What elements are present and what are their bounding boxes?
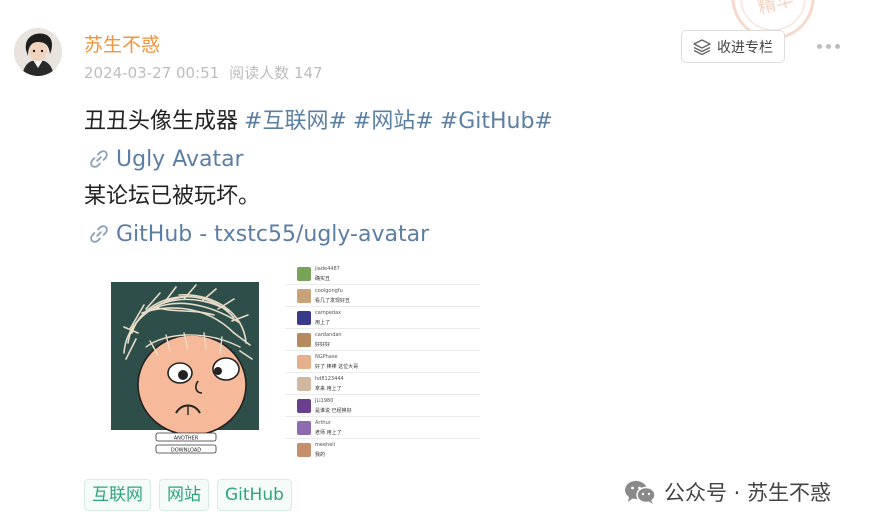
- topic-tags: 互联网 网站 GitHub: [84, 479, 292, 511]
- comment-user: hd8123444: [315, 376, 344, 382]
- comment-avatar: [297, 377, 311, 391]
- forum-comment: cardandan 好好好: [285, 329, 480, 351]
- svg-text:精华: 精华: [756, 0, 796, 19]
- forum-comment: hd8123444 拿来 用上了: [285, 373, 480, 395]
- post-image-avatar-generator[interactable]: ANOTHER DOWNLOAD: [84, 263, 279, 459]
- another-button-label: ANOTHER: [174, 436, 199, 442]
- forum-comment: jiade4487 确实丑: [285, 263, 480, 285]
- forum-comment: campedax 用上了: [285, 307, 480, 329]
- hashtag-website[interactable]: #网站#: [353, 109, 434, 134]
- collect-label: 收进专栏: [717, 39, 773, 56]
- tag-internet[interactable]: 互联网: [84, 479, 151, 511]
- comment-avatar: [297, 421, 311, 435]
- author-avatar[interactable]: [14, 28, 62, 76]
- link-icon: [90, 225, 108, 244]
- tag-github[interactable]: GitHub: [217, 479, 292, 511]
- tag-website[interactable]: 网站: [159, 479, 209, 511]
- comment-text: 确实丑: [315, 276, 331, 282]
- post-date: 2024-03-27 00:51: [84, 64, 220, 82]
- comment-text: 我的: [315, 452, 326, 458]
- content-line-link2: GitHub - txstc55/ugly-avatar: [84, 216, 553, 254]
- comment-user: coolgongfu: [315, 288, 343, 294]
- comment-user: campedax: [315, 310, 342, 316]
- post-card: 精华 苏生不惑 2024-03-27 00:51 阅读人数 147 收进专栏 丑…: [0, 0, 892, 526]
- comment-avatar: [297, 311, 311, 325]
- comment-avatar: [297, 443, 311, 457]
- github-repo-link[interactable]: GitHub - txstc55/ugly-avatar: [84, 216, 429, 254]
- author-avatar-image: [14, 28, 62, 76]
- content-line-link1: Ugly Avatar: [84, 141, 553, 179]
- post-content: 丑丑头像生成器 #互联网# #网站# #GitHub# Ugly Avatar 某论坛…: [84, 103, 553, 253]
- comment-avatar: [297, 355, 311, 369]
- content-line-title: 丑丑头像生成器 #互联网# #网站# #GitHub#: [84, 103, 553, 141]
- comment-user: JLi1980: [315, 398, 334, 404]
- content-line-text: 某论坛已被玩坏。: [84, 184, 261, 209]
- hashtag-internet[interactable]: #互联网#: [244, 109, 347, 134]
- comment-text: 好好好: [315, 342, 331, 348]
- watermark-text: 公众号 · 苏生不惑: [664, 481, 832, 505]
- comment-text: 好了 棒棒 这位大哥: [315, 364, 359, 370]
- post-meta: 2024-03-27 00:51 阅读人数 147: [84, 63, 323, 83]
- wechat-watermark: 公众号 · 苏生不惑: [624, 477, 831, 507]
- more-options-button[interactable]: [812, 36, 844, 56]
- collect-to-column-button[interactable]: 收进专栏: [681, 30, 785, 63]
- comment-avatar: [297, 399, 311, 413]
- wechat-icon: [625, 481, 656, 504]
- comment-avatar: [297, 267, 311, 281]
- comment-user: meeheli: [315, 442, 336, 448]
- comment-avatar: [297, 333, 311, 347]
- comment-user: cardandan: [315, 332, 342, 338]
- comment-text: 看几了发现好丑: [315, 298, 351, 304]
- comment-text: 是谁说 已经换好: [315, 408, 352, 414]
- comment-user: Arthur: [315, 420, 331, 426]
- more-dot-icon: [816, 43, 822, 49]
- stack-icon: [693, 38, 711, 55]
- forum-comment: JLi1980 是谁说 已经换好: [285, 395, 480, 417]
- comment-text: 用上了: [315, 320, 331, 326]
- forum-comment: meeheli 我的: [285, 439, 480, 459]
- ugly-avatar-illustration: ANOTHER DOWNLOAD: [111, 282, 259, 454]
- ugly-avatar-link[interactable]: Ugly Avatar: [84, 141, 244, 179]
- hashtag-github[interactable]: #GitHub#: [440, 109, 553, 134]
- forum-comment: Arthur 老师 用上了: [285, 417, 480, 439]
- more-dot-icon: [825, 43, 831, 49]
- comment-user: NGPhase: [315, 354, 338, 360]
- post-image-forum-comments[interactable]: jiade4487 确实丑 coolgongfu 看几了发现好丑 campeda…: [285, 263, 480, 459]
- read-count: 阅读人数 147: [229, 64, 323, 82]
- link-icon: [90, 150, 108, 169]
- comment-user: jiade4487: [315, 266, 340, 272]
- github-repo-link-text: GitHub - txstc55/ugly-avatar: [116, 221, 430, 247]
- download-button-label: DOWNLOAD: [171, 448, 201, 454]
- comment-text: 老师 用上了: [315, 430, 342, 436]
- comment-text: 拿来 用上了: [315, 386, 342, 392]
- author-name[interactable]: 苏生不惑: [84, 33, 160, 57]
- forum-comment: coolgongfu 看几了发现好丑: [285, 285, 480, 307]
- forum-comment: NGPhase 好了 棒棒 这位大哥: [285, 351, 480, 373]
- post-title-text: 丑丑头像生成器: [84, 109, 239, 134]
- comment-avatar: [297, 289, 311, 303]
- ugly-avatar-link-text: Ugly Avatar: [116, 146, 244, 172]
- more-dot-icon: [834, 43, 840, 49]
